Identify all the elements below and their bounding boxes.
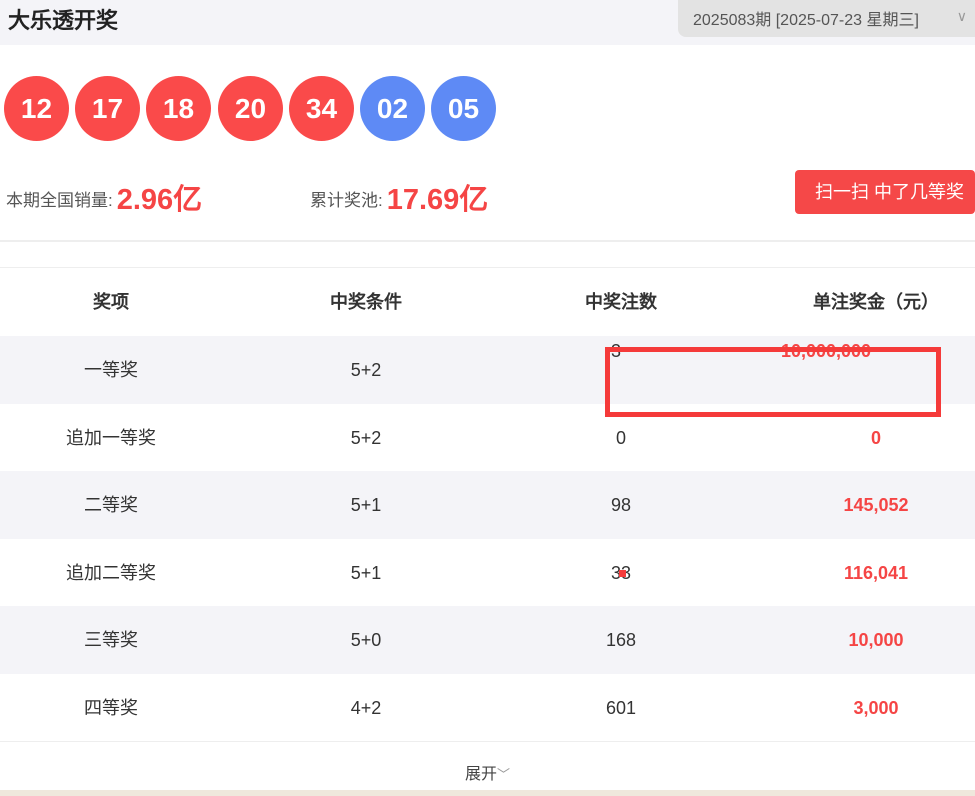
cell-condition: 5+1 [350, 563, 382, 583]
cell-prize: 二等奖 [84, 495, 138, 515]
cell-condition: 5+0 [350, 630, 382, 650]
pool-label: 累计奖池: [310, 191, 383, 210]
divider [0, 741, 975, 742]
cell-amount: 145,052 [843, 495, 909, 515]
cell-amount: 3,000 [853, 698, 899, 718]
back-ball: 05 [431, 76, 496, 141]
highlight-box [605, 347, 941, 417]
sales-stat: 本期全国销量: 2.96亿 [6, 176, 202, 218]
cell-prize: 三等奖 [84, 630, 138, 650]
cell-prize: 追加一等奖 [66, 428, 156, 448]
marker-dot [619, 570, 626, 577]
expand-label: 展开 [464, 766, 497, 783]
front-ball: 18 [146, 76, 211, 141]
table-row: 追加二等奖5+133116,041 [0, 539, 975, 607]
cell-condition: 5+2 [350, 360, 382, 380]
cell-condition: 4+2 [350, 698, 382, 718]
front-ball: 20 [218, 76, 283, 141]
table-row: 三等奖 5+0 168 10,000 [0, 606, 975, 674]
cell-prize: 四等奖 [84, 698, 138, 718]
table-row: 四等奖 4+2 601 3,000 [0, 674, 975, 742]
cell-amount: 116,041 [843, 563, 909, 583]
chevron-down-icon: ∨ [956, 8, 967, 24]
header: 大乐透开奖 2025083期 [2025-07-23 星期三] ∨ [0, 0, 975, 45]
front-ball: 17 [75, 76, 140, 141]
front-ball: 34 [289, 76, 354, 141]
cell-count: 601 [605, 698, 637, 718]
divider [0, 240, 975, 242]
table-row: 二等奖 5+1 98 145,052 [0, 471, 975, 539]
sales-value: 2.96亿 [116, 184, 203, 216]
pool-stat: 累计奖池: 17.69亿 [310, 176, 488, 218]
header-condition: 中奖条件 [330, 292, 402, 312]
bottom-strip [0, 790, 975, 796]
scan-button[interactable]: 扫一扫 中了几等奖 [795, 170, 975, 214]
cell-condition: 5+2 [350, 428, 382, 448]
cell-count: 168 [605, 630, 637, 650]
expand-button[interactable]: 展开﹀ [0, 760, 975, 784]
chevron-down-icon: ﹀ [497, 767, 511, 782]
header-prize: 奖项 [93, 292, 129, 312]
issue-value: 2025083期 [2025-07-23 星期三] [693, 12, 919, 29]
page-title: 大乐透开奖 [8, 8, 119, 33]
issue-select[interactable]: 2025083期 [2025-07-23 星期三] ∨ [678, 0, 975, 37]
back-ball: 02 [360, 76, 425, 141]
sales-label: 本期全国销量: [6, 191, 113, 210]
cell-condition: 5+1 [350, 495, 382, 515]
cell-prize: 追加二等奖 [66, 563, 156, 583]
front-ball: 12 [4, 76, 69, 141]
pool-value: 17.69亿 [386, 184, 489, 216]
cell-amount: 10,000 [848, 630, 904, 650]
cell-count: 98 [610, 495, 632, 515]
cell-prize: 一等奖 [84, 360, 138, 380]
